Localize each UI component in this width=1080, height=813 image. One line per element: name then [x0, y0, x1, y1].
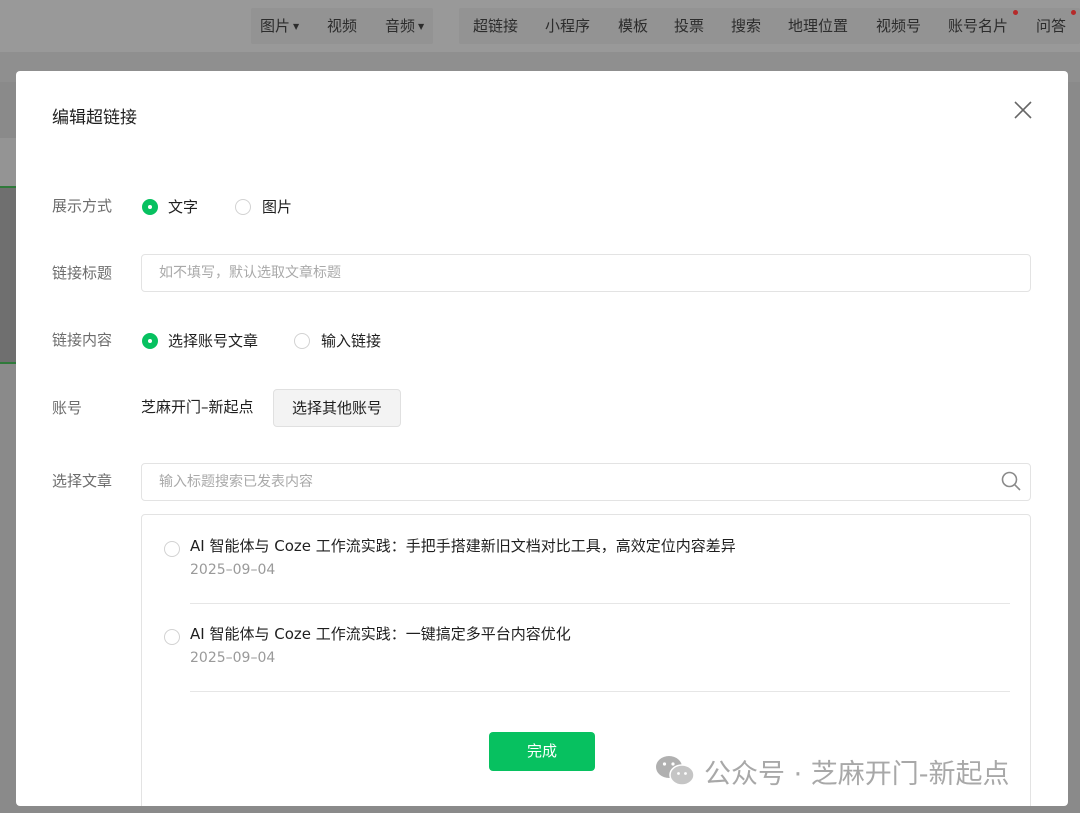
select-other-account-button[interactable]: 选择其他账号 — [273, 389, 401, 427]
article-title: AI 智能体与 Coze 工作流实践：一键搞定多平台内容优化 — [190, 625, 571, 643]
link-content-article-label[interactable]: 选择账号文章 — [168, 331, 258, 351]
display-mode-image-radio[interactable] — [235, 199, 251, 215]
account-label: 账号 — [52, 399, 83, 417]
notification-badge — [1013, 10, 1018, 15]
toolbar-location[interactable]: 地理位置 — [788, 8, 848, 44]
done-button[interactable]: 完成 — [489, 732, 595, 771]
display-mode-image-label[interactable]: 图片 — [262, 197, 292, 217]
link-title-input[interactable] — [141, 254, 1031, 292]
link-content-url-label[interactable]: 输入链接 — [321, 331, 381, 351]
link-content-url-radio[interactable] — [294, 333, 310, 349]
article-title: AI 智能体与 Coze 工作流实践：手把手搭建新旧文档对比工具，高效定位内容差… — [190, 537, 736, 555]
display-mode-text-label[interactable]: 文字 — [168, 197, 198, 217]
notification-badge — [1071, 10, 1076, 15]
toolbar-hyperlink[interactable]: 超链接 — [473, 8, 518, 44]
toolbar-video[interactable]: 视频 — [327, 8, 357, 44]
editor-side-accent — [0, 362, 16, 364]
toolbar-template[interactable]: 模板 — [618, 8, 648, 44]
article-date: 2025–09–04 — [190, 562, 276, 578]
article-radio[interactable] — [164, 541, 180, 557]
search-icon[interactable] — [1000, 470, 1022, 492]
list-item[interactable]: AI 智能体与 Coze 工作流实践：手把手搭建新旧文档对比工具，高效定位内容差… — [142, 515, 1032, 604]
watermark-text: 公众号 · 芝麻开门-新起点 — [704, 758, 1010, 790]
link-title-label: 链接标题 — [52, 264, 113, 282]
article-radio[interactable] — [164, 629, 180, 645]
display-mode-label: 展示方式 — [52, 197, 113, 215]
dialog-title: 编辑超链接 — [52, 108, 137, 128]
divider — [190, 691, 1010, 692]
account-name: 芝麻开门–新起点 — [141, 398, 254, 416]
wechat-logo-icon — [656, 756, 695, 786]
toolbar-audio[interactable]: 音频 ▼ — [385, 8, 424, 44]
article-search-input[interactable] — [141, 463, 1031, 501]
watermark: 公众号 · 芝麻开门-新起点 — [654, 751, 1010, 791]
toolbar-search[interactable]: 搜索 — [731, 8, 761, 44]
toolbar-account-card[interactable]: 账号名片 — [948, 8, 1008, 44]
toolbar-image[interactable]: 图片 ▼ — [260, 8, 299, 44]
toolbar-vote[interactable]: 投票 — [674, 8, 704, 44]
caret-down-icon: ▼ — [418, 21, 425, 31]
edit-hyperlink-dialog: 编辑超链接 展示方式 文字 图片 链接标题 链接内容 选择账号文章 输入链接 账… — [16, 71, 1068, 806]
display-mode-text-radio[interactable] — [142, 199, 158, 215]
link-content-article-radio[interactable] — [142, 333, 158, 349]
toolbar-channels[interactable]: 视频号 — [876, 8, 921, 44]
select-article-label: 选择文章 — [52, 472, 113, 490]
list-item[interactable]: AI 智能体与 Coze 工作流实践：一键搞定多平台内容优化 2025–09–0… — [142, 603, 1032, 692]
editor-side-image — [0, 188, 16, 363]
toolbar-mini-program[interactable]: 小程序 — [545, 8, 590, 44]
editor-side-panel — [0, 138, 16, 186]
toolbar-qa[interactable]: 问答 — [1036, 8, 1066, 44]
link-content-label: 链接内容 — [52, 331, 113, 349]
close-icon[interactable] — [1012, 99, 1034, 121]
caret-down-icon: ▼ — [293, 21, 300, 31]
article-date: 2025–09–04 — [190, 650, 276, 666]
